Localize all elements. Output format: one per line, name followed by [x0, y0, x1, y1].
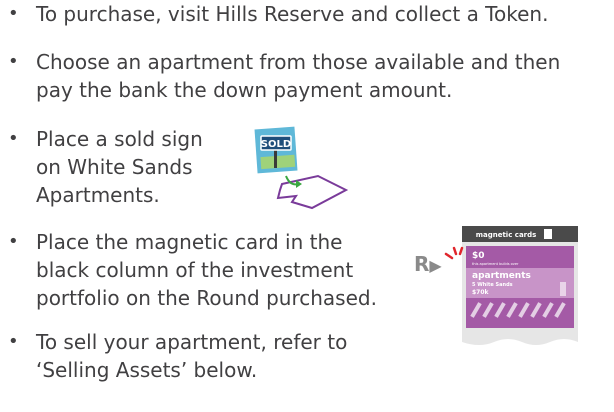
item-line: To sell your apartment, refer to [36, 330, 348, 354]
card-apartment-name: 5 White Sands [472, 282, 513, 288]
item-text: To purchase, visit Hills Reserve and col… [36, 0, 548, 28]
card-category: apartments [472, 271, 531, 281]
card-subtitle: this apartment builds over [472, 262, 519, 266]
card-down-payment: $70k [472, 289, 490, 296]
item-line: on White Sands [36, 155, 193, 179]
sold-sign-illustration: SOLD [254, 126, 349, 210]
round-label: R [414, 252, 430, 276]
bullet: • [8, 51, 19, 72]
item-line: ‘Selling Assets’ below. [36, 358, 258, 382]
item-line: Choose an apartment from those available… [36, 50, 561, 74]
bullet: • [8, 231, 19, 252]
card-side-tab [560, 282, 566, 296]
item-line: pay the bank the down payment amount. [36, 78, 453, 102]
page: • To purchase, visit Hills Reserve and c… [0, 0, 614, 412]
item-line: Apartments. [36, 183, 160, 207]
item-text: Place the magnetic card in the black col… [36, 228, 377, 312]
bullet: • [8, 128, 19, 149]
sold-label: SOLD [261, 139, 291, 150]
item-line: To purchase, visit Hills Reserve and col… [36, 2, 549, 26]
bullet: • [8, 331, 19, 352]
magnetic-card-illustration: magnetic cards $0 this apartment builds … [444, 226, 578, 345]
round-marker: R▶ [414, 252, 442, 276]
card-price: $0 [472, 251, 485, 261]
bullet: • [8, 3, 19, 24]
item-line: black column of the investment [36, 258, 354, 282]
item-text: To sell your apartment, refer to ‘Sellin… [36, 328, 347, 384]
item-text: Choose an apartment from those available… [36, 48, 560, 104]
item-line: Place the magnetic card in the [36, 230, 343, 254]
card-header-icon [544, 229, 552, 239]
item-line: portfolio on the Round purchased. [36, 286, 377, 310]
highlight-marks-icon [444, 246, 464, 260]
card-header-label: magnetic cards [476, 231, 537, 239]
item-line: Place a sold sign [36, 127, 203, 151]
sign-grass [260, 154, 296, 170]
item-text: Place a sold sign on White Sands Apartme… [36, 125, 203, 209]
